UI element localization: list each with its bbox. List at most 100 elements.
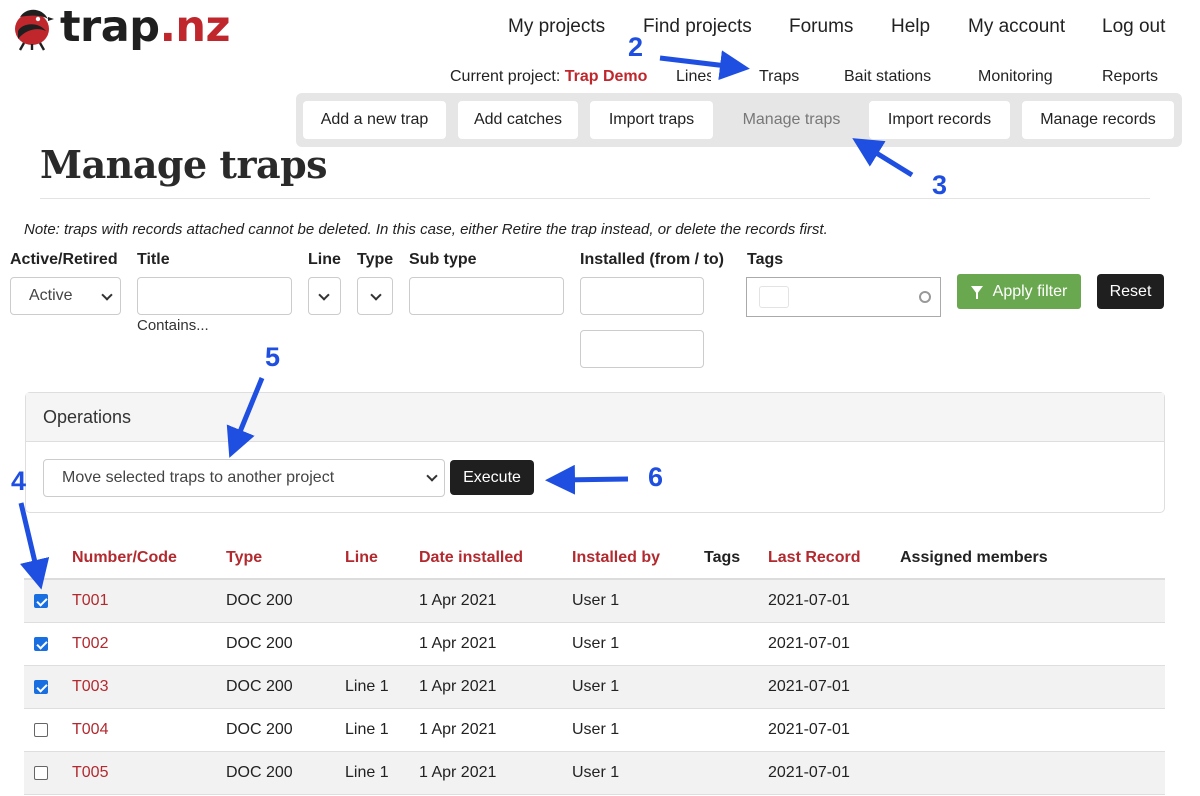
trap-type: DOC 200 [226, 678, 293, 695]
trap-last-record: 2021-07-01 [768, 721, 850, 738]
trap-installed-by: User 1 [572, 764, 620, 781]
trap-last-record: 2021-07-01 [768, 678, 850, 695]
col-tags: Tags [704, 549, 741, 566]
nav-log-out[interactable]: Log out [1102, 16, 1165, 38]
table-row: T004 DOC 200 Line 1 1 Apr 2021 User 1 20… [24, 709, 1165, 752]
current-project-name[interactable]: Trap Demo [565, 68, 648, 85]
subnav-reports[interactable]: Reports [1102, 68, 1158, 86]
table-row: T002 DOC 200 1 Apr 2021 User 1 2021-07-0… [24, 623, 1165, 666]
arrow-4 [18, 502, 50, 590]
col-line[interactable]: Line [345, 549, 378, 567]
circle-icon [919, 291, 931, 303]
trap-date-installed: 1 Apr 2021 [419, 764, 497, 781]
col-date-installed[interactable]: Date installed [419, 549, 523, 567]
nav-forums[interactable]: Forums [789, 16, 853, 38]
trap-code-link[interactable]: T002 [72, 635, 108, 653]
subnav-lines[interactable]: Lines [676, 68, 711, 86]
trap-date-installed: 1 Apr 2021 [419, 635, 497, 652]
col-assigned-members: Assigned members [900, 549, 1048, 566]
annotation-2: 2 [628, 32, 644, 62]
col-number-code[interactable]: Number/Code [72, 549, 177, 567]
page-title: Manage traps [40, 142, 328, 187]
trap-date-installed: 1 Apr 2021 [419, 721, 497, 738]
trap-code-link[interactable]: T003 [72, 678, 108, 696]
trap-toolbar: Add a new trap Add catches Import traps … [296, 93, 1182, 147]
reset-button[interactable]: Reset [1097, 274, 1164, 309]
nav-my-account[interactable]: My account [968, 16, 1065, 38]
subnav-traps[interactable]: Traps [759, 68, 799, 86]
annotation-4: 4 [11, 466, 27, 496]
current-project: Current project: Trap Demo [450, 68, 647, 86]
delete-note: Note: traps with records attached cannot… [24, 221, 828, 238]
execute-button[interactable]: Execute [450, 460, 534, 495]
active-retired-value: Active [29, 287, 73, 304]
annotation-3: 3 [932, 170, 948, 200]
trap-type: DOC 200 [226, 592, 293, 609]
bird-icon [15, 9, 54, 51]
trap-type: DOC 200 [226, 635, 293, 652]
import-traps-button[interactable]: Import traps [590, 101, 713, 139]
trap-installed-by: User 1 [572, 592, 620, 609]
trap-installed-by: User 1 [572, 635, 620, 652]
installed-to-input[interactable] [580, 330, 704, 368]
active-retired-select[interactable]: Active [10, 277, 121, 315]
trap-installed-by: User 1 [572, 721, 620, 738]
arrow-2 [659, 50, 750, 81]
nav-my-projects[interactable]: My projects [508, 16, 605, 38]
row-checkbox[interactable] [34, 637, 48, 651]
chevron-down-icon [426, 470, 438, 482]
apply-filter-button[interactable]: Apply filter [957, 274, 1081, 309]
tags-input[interactable] [746, 277, 941, 317]
operations-heading: Operations [26, 393, 1164, 442]
operations-panel: Operations Move selected traps to anothe… [25, 392, 1165, 513]
table-row: T005 DOC 200 Line 1 1 Apr 2021 User 1 20… [24, 752, 1165, 795]
row-checkbox[interactable] [34, 680, 48, 694]
annotation-6: 6 [648, 462, 664, 492]
title-input[interactable] [137, 277, 292, 315]
nav-find-projects[interactable]: Find projects [643, 16, 752, 38]
trap-code-link[interactable]: T004 [72, 721, 108, 739]
site-logo[interactable]: trap.nz [8, 2, 231, 52]
operation-select[interactable]: Move selected traps to another project [43, 459, 445, 497]
operation-select-value: Move selected traps to another project [62, 469, 335, 486]
filter-icon [970, 285, 983, 299]
manage-traps-button[interactable]: Manage traps [725, 101, 858, 139]
apply-filter-label: Apply filter [992, 282, 1068, 300]
row-checkbox[interactable] [34, 766, 48, 780]
installed-from-input[interactable] [580, 277, 704, 315]
arrow-3 [852, 138, 914, 178]
trap-last-record: 2021-07-01 [768, 635, 850, 652]
label-type: Type [357, 251, 394, 268]
logo-text: trap.nz [60, 2, 231, 52]
label-tags: Tags [747, 251, 784, 268]
table-row: T001 DOC 200 1 Apr 2021 User 1 2021-07-0… [24, 580, 1165, 623]
add-catches-button[interactable]: Add catches [458, 101, 578, 139]
sub-type-input[interactable] [409, 277, 564, 315]
subnav-monitoring[interactable]: Monitoring [978, 68, 1053, 86]
trap-date-installed: 1 Apr 2021 [419, 592, 497, 609]
col-last-record[interactable]: Last Record [768, 549, 860, 567]
label-line: Line [308, 251, 341, 268]
label-title: Title [137, 251, 170, 268]
chevron-down-icon [318, 289, 330, 301]
col-type[interactable]: Type [226, 549, 262, 567]
import-records-button[interactable]: Import records [869, 101, 1010, 139]
tag-chip [759, 286, 789, 308]
line-select[interactable] [308, 277, 341, 315]
col-installed-by[interactable]: Installed by [572, 549, 660, 567]
trap-code-link[interactable]: T005 [72, 764, 108, 782]
label-sub-type: Sub type [409, 251, 477, 268]
row-checkbox[interactable] [34, 594, 48, 608]
subnav-bait-stations[interactable]: Bait stations [844, 68, 931, 86]
current-project-label: Current project: [450, 68, 561, 85]
row-checkbox[interactable] [34, 723, 48, 737]
add-trap-button[interactable]: Add a new trap [303, 101, 446, 139]
nav-help[interactable]: Help [891, 16, 930, 38]
type-select[interactable] [357, 277, 393, 315]
manage-records-button[interactable]: Manage records [1022, 101, 1174, 139]
label-installed: Installed (from / to) [580, 251, 724, 268]
trap-date-installed: 1 Apr 2021 [419, 678, 497, 695]
title-contains-hint: Contains... [137, 317, 209, 334]
trap-code-link[interactable]: T001 [72, 592, 108, 610]
trap-type: DOC 200 [226, 721, 293, 738]
